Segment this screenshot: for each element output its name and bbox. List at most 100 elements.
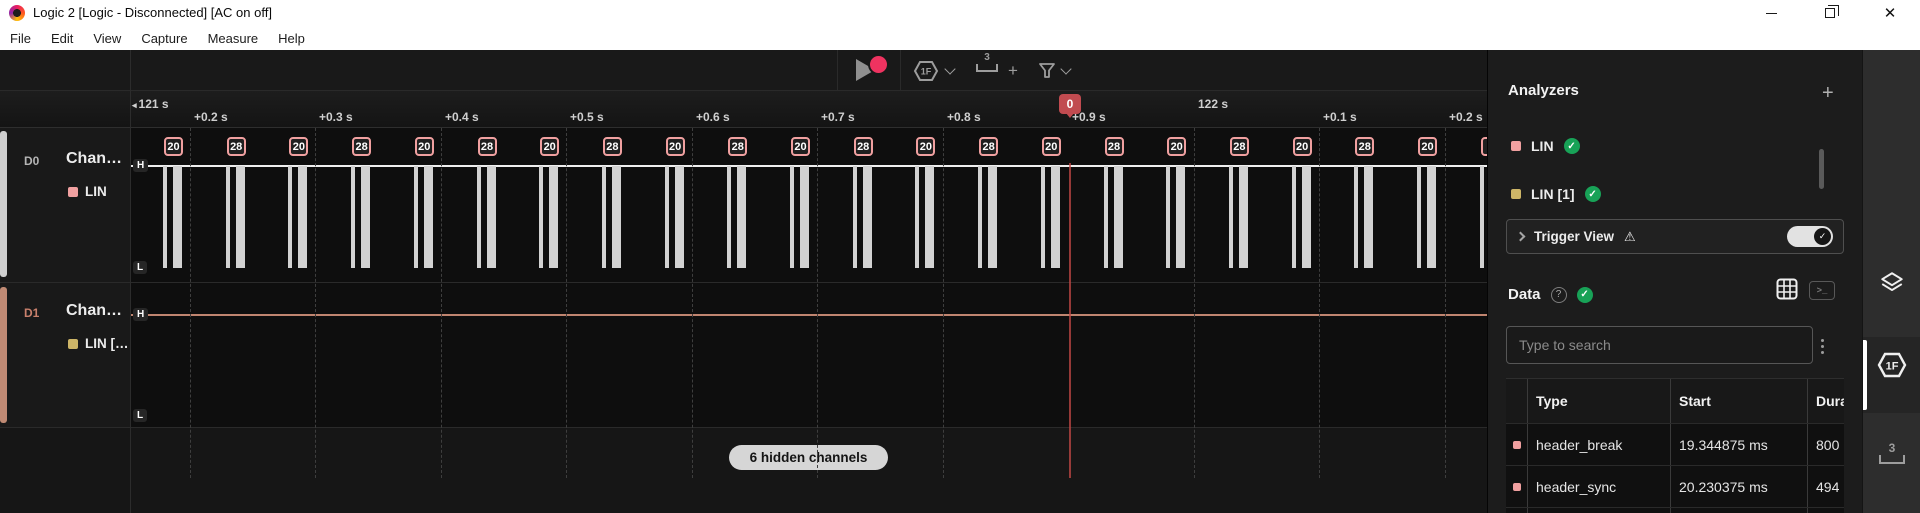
lin-frame-badge[interactable]: 28: [1105, 137, 1124, 156]
low-pulse-wide: [549, 166, 558, 268]
menu-item-edit[interactable]: Edit: [48, 29, 76, 48]
lin-frame-badge[interactable]: 20: [666, 137, 685, 156]
channel-name[interactable]: Chan…: [66, 302, 122, 320]
cell-start: 20.230375 ms: [1671, 466, 1808, 507]
channel-analyzer-tag[interactable]: LIN: [68, 184, 107, 199]
cell-type: header_break: [1528, 424, 1671, 465]
svg-text:1F: 1F: [1886, 361, 1899, 373]
channel-d1-edge-strip[interactable]: [0, 287, 7, 423]
menu-item-view[interactable]: View: [90, 29, 124, 48]
lin-frame-badge[interactable]: 28: [603, 137, 622, 156]
ruler-minor-label: +0.6 s: [696, 110, 730, 124]
lin-frame-badge[interactable]: 28: [728, 137, 747, 156]
channel-name[interactable]: Chan…: [66, 150, 122, 168]
low-pulse-wide: [737, 166, 746, 268]
low-level-marker: L: [133, 261, 147, 274]
lin-frame-badge[interactable]: 28: [1230, 137, 1249, 156]
hidden-channels-button[interactable]: 6 hidden channels: [729, 445, 888, 470]
ruler-minor-label: +0.8 s: [947, 110, 981, 124]
analyzer-color-swatch: [68, 339, 78, 349]
lin-frame-badge[interactable]: 20: [164, 137, 183, 156]
trigger-view-panel[interactable]: Trigger View ⚠ ✓: [1506, 219, 1844, 254]
time-gridline: [441, 128, 442, 478]
lin-frame-badge[interactable]: 20: [1293, 137, 1312, 156]
lin-frame-badge[interactable]: 20: [1042, 137, 1061, 156]
channel-d0-edge-strip[interactable]: [0, 131, 7, 277]
low-pulse-narrow: [1417, 166, 1421, 268]
trigger-button[interactable]: [1038, 62, 1056, 79]
minimize-button[interactable]: [1748, 0, 1794, 26]
start-capture-button[interactable]: [838, 50, 900, 91]
table-row[interactable]: header_sync20.230375 ms494: [1506, 466, 1844, 508]
add-analyzer-button[interactable]: +: [1822, 83, 1834, 103]
label-wave-divider[interactable]: [130, 50, 131, 513]
waveform-d0[interactable]: H L 202820282028202820282028202820282028…: [130, 128, 1487, 282]
table-view-button[interactable]: [1776, 278, 1798, 305]
analyzer-item-lin-1[interactable]: LIN [1]✓: [1511, 186, 1601, 202]
table-scrollbar[interactable]: [1819, 149, 1824, 189]
add-timer-button[interactable]: +: [1008, 61, 1018, 81]
channel-d0-label-panel[interactable]: D0 Chan… LIN: [0, 128, 130, 282]
lin-frame-badge[interactable]: 28: [979, 137, 998, 156]
low-pulse-wide: [1364, 166, 1373, 268]
menu-item-measure[interactable]: Measure: [205, 29, 262, 48]
channel-d1-label-panel[interactable]: D1 Chan… LIN […: [0, 283, 130, 427]
trigger-dropdown[interactable]: [1062, 65, 1070, 73]
terminal-view-button[interactable]: >_: [1809, 281, 1835, 300]
analyzers-heading: Analyzers: [1508, 82, 1579, 99]
lin-frame-badge[interactable]: 28: [478, 137, 497, 156]
low-pulse-wide: [800, 166, 809, 268]
close-icon: ✕: [1884, 6, 1897, 21]
column-header-duration[interactable]: Duration: [1808, 379, 1844, 423]
channel-analyzer-tag[interactable]: LIN […: [68, 336, 129, 351]
low-pulse-narrow: [1480, 166, 1484, 268]
close-button[interactable]: ✕: [1867, 0, 1913, 26]
help-icon[interactable]: ?: [1551, 287, 1567, 303]
toggle-knob-check-icon: ✓: [1814, 228, 1831, 245]
data-ok-check-icon: ✓: [1577, 287, 1593, 303]
low-pulse-wide: [1427, 166, 1436, 268]
low-pulse-wide: [675, 166, 684, 268]
ruler-minor-label: +0.4 s: [445, 110, 479, 124]
lin-frame-badge[interactable]: 28: [352, 137, 371, 156]
lin-frame-badge[interactable]: 5: [1481, 137, 1487, 156]
restore-button[interactable]: [1807, 0, 1853, 26]
search-input[interactable]: [1519, 337, 1800, 353]
capture-mode-button[interactable]: 1F: [912, 59, 940, 83]
hexagon-1f-icon: 1F: [912, 59, 940, 83]
extensions-tab[interactable]: [1863, 270, 1920, 296]
low-pulse-wide: [298, 166, 307, 268]
analyzer-ok-check-icon: ✓: [1564, 138, 1580, 154]
lin-frame-badge[interactable]: 20: [791, 137, 810, 156]
trigger-marker[interactable]: 0: [1059, 94, 1081, 114]
analyzer-color-swatch: [1511, 141, 1521, 151]
timed-capture-button[interactable]: 3: [976, 64, 998, 72]
time-ruler[interactable]: ◂121 s122 s+0.2 s+0.3 s+0.4 s+0.5 s+0.6 …: [0, 91, 1487, 128]
lin-frame-badge[interactable]: 28: [854, 137, 873, 156]
search-options-button[interactable]: [1817, 335, 1828, 358]
column-header-type[interactable]: Type: [1528, 379, 1671, 423]
analyzers-tab[interactable]: 1F: [1863, 350, 1920, 380]
table-row[interactable]: header_pid20.75125 ms49: [1506, 508, 1844, 513]
lin-frame-badge[interactable]: 20: [415, 137, 434, 156]
waveform-d1[interactable]: H L: [130, 283, 1487, 427]
measurements-tab[interactable]: 3: [1863, 455, 1920, 464]
lin-frame-badge[interactable]: 20: [1167, 137, 1186, 156]
lin-frame-badge[interactable]: 20: [540, 137, 559, 156]
ruler-major-label: 122 s: [1198, 97, 1228, 111]
lin-frame-badge[interactable]: 28: [1355, 137, 1374, 156]
lin-frame-badge[interactable]: 20: [289, 137, 308, 156]
menu-item-capture[interactable]: Capture: [138, 29, 190, 48]
lin-frame-badge[interactable]: 20: [916, 137, 935, 156]
trigger-view-toggle[interactable]: ✓: [1787, 226, 1833, 247]
lin-frame-badge[interactable]: 20: [1418, 137, 1437, 156]
table-row[interactable]: header_break19.344875 ms800: [1506, 424, 1844, 466]
capture-mode-dropdown[interactable]: [946, 65, 954, 73]
lin-frame-badge[interactable]: 28: [227, 137, 246, 156]
analyzer-item-lin[interactable]: LIN✓: [1511, 138, 1580, 154]
menu-item-help[interactable]: Help: [275, 29, 308, 48]
time-gridline: [943, 128, 944, 478]
cell-type: header_sync: [1528, 466, 1671, 507]
column-header-start[interactable]: Start: [1671, 379, 1808, 423]
menu-item-file[interactable]: File: [7, 29, 34, 48]
